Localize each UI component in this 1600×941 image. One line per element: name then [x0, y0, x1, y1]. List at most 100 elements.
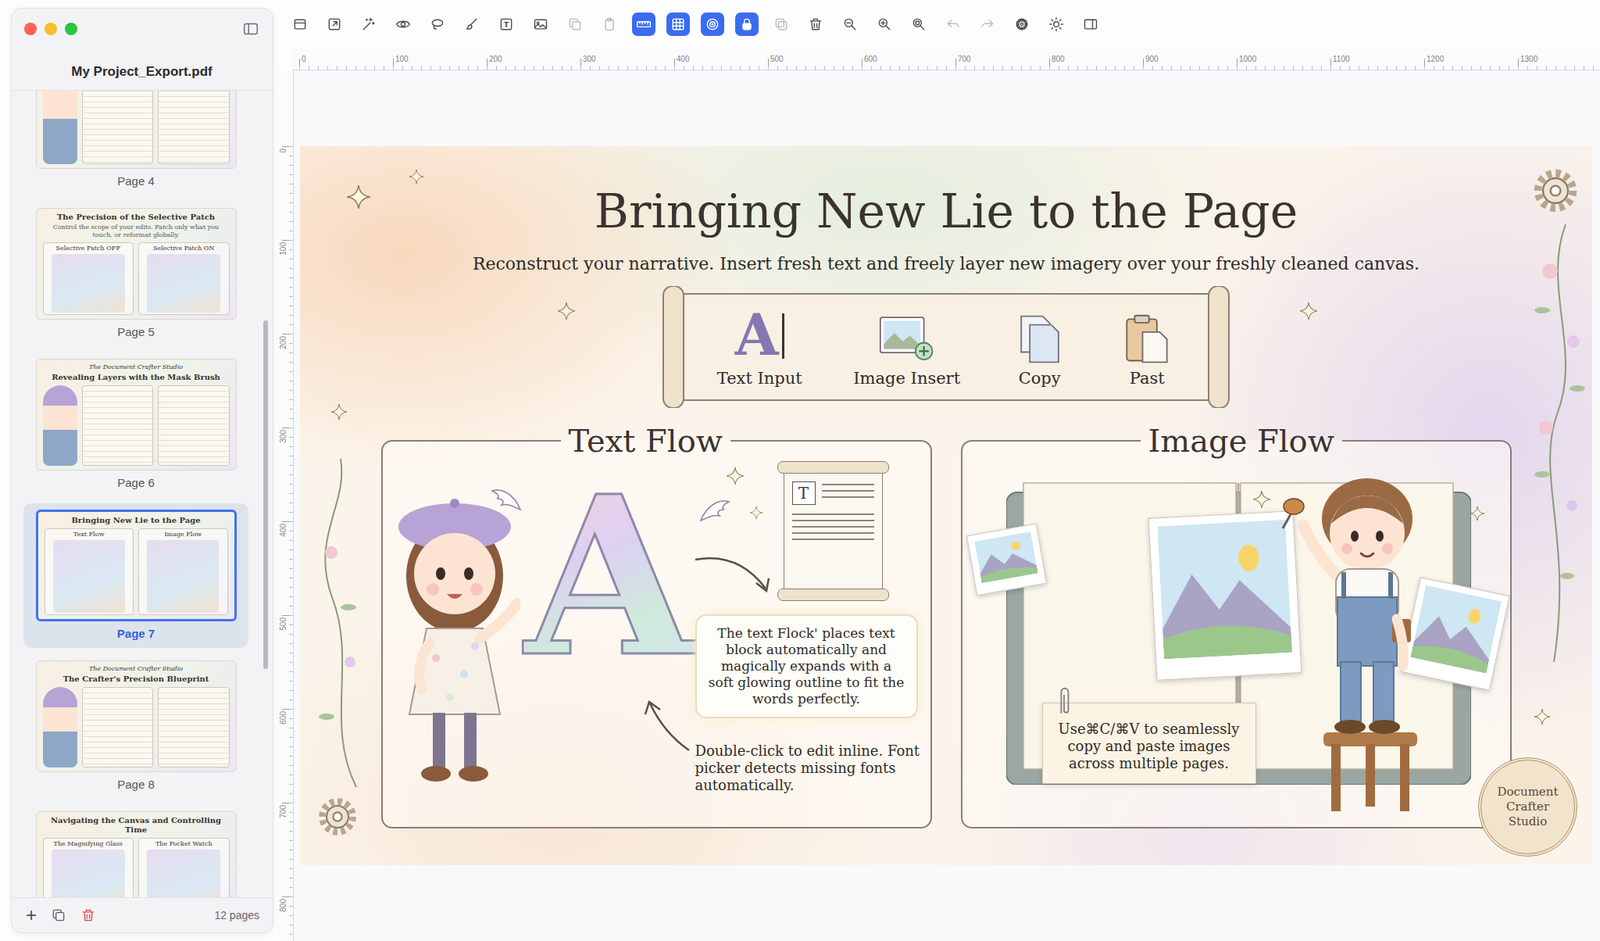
thumbnail-sheet [157, 686, 230, 768]
ruler-label: 100 [395, 54, 409, 65]
pages-icon [292, 16, 308, 33]
sparkle-icon [1470, 506, 1485, 521]
lock-icon [739, 16, 755, 33]
image-banner-item: Image Insert [853, 305, 961, 389]
thumbnail-sheet [82, 90, 154, 165]
page-item[interactable]: The Precision of the Selective Patch Con… [23, 201, 249, 347]
sidebar-toggle-icon[interactable] [242, 20, 260, 38]
gear-tool[interactable] [1010, 12, 1034, 36]
image-insert-icon [878, 313, 936, 365]
page-thumbnail[interactable]: The Precision of the Selective Patch Con… [35, 207, 237, 320]
redo-tool[interactable] [975, 12, 1000, 36]
thumbnail-title: Navigating the Canvas and Controlling Ti… [42, 815, 230, 835]
sparkle-icon [557, 302, 575, 320]
scrollbar-thumb[interactable] [263, 320, 268, 669]
page-item[interactable]: Page 4 [23, 90, 249, 196]
ruler-label: 200 [489, 54, 503, 65]
copy-tool[interactable] [563, 12, 587, 36]
app-window: My Project_Export.pdf Page 4 The Precisi… [0, 0, 1600, 941]
duplicate-icon [773, 16, 790, 33]
delete-page-icon[interactable] [80, 907, 97, 923]
page-thumbnail[interactable] [35, 90, 237, 169]
add-page-button[interactable]: + [25, 905, 37, 925]
target-tool[interactable] [700, 12, 725, 36]
paste-banner-item: Past [1118, 305, 1175, 389]
wand-tool[interactable] [357, 12, 381, 36]
export-tool[interactable] [322, 12, 347, 36]
thumbnail-body [42, 383, 230, 466]
undo-tool[interactable] [941, 12, 965, 36]
brush-tool[interactable] [460, 12, 484, 36]
thumbnail-sheet [157, 385, 230, 466]
lock-tool[interactable] [735, 12, 759, 36]
grid-tool[interactable] [666, 12, 690, 36]
paste-icon [601, 16, 618, 33]
ruler-tool[interactable] [632, 12, 656, 36]
photo[interactable] [1400, 576, 1510, 691]
studio-seal: Document Crafter Studio [1478, 757, 1578, 857]
ruler-label: 0 [278, 148, 289, 154]
zoom-in-tool[interactable] [872, 12, 897, 36]
pages-tool[interactable] [288, 12, 312, 36]
duplicate-page-icon[interactable] [50, 907, 67, 923]
page-thumbnail[interactable]: The Document Crafter Studio Revealing La… [35, 358, 237, 471]
page-item[interactable]: The Document Crafter Studio The Crafter'… [23, 653, 249, 799]
big-letter: A [525, 467, 695, 686]
editor: T 01002003004005006007008009001000110012… [278, 0, 1600, 941]
photo[interactable] [965, 523, 1047, 597]
paperclip-icon [1056, 685, 1072, 718]
text-tool[interactable]: T [494, 12, 518, 36]
trash-tool[interactable] [803, 12, 828, 36]
eye-tool[interactable] [391, 12, 415, 36]
page-thumbnail[interactable]: The Document Crafter Studio The Crafter'… [35, 660, 237, 772]
thumbnail-panel: Image Flow [138, 528, 229, 615]
paste-tool[interactable] [597, 12, 622, 36]
banner-label: Image Insert [853, 367, 961, 389]
sparkle-icon [409, 169, 424, 184]
ruler-label: 800 [1051, 54, 1065, 65]
page-item[interactable]: The Document Crafter Studio Revealing La… [23, 352, 249, 497]
thumbnail-body: Selective Patch OFF Selective Patch ON [42, 240, 230, 315]
text-input-icon: A [735, 305, 779, 365]
page-item[interactable]: Bringing New Lie to the Page Text Flow I… [23, 503, 249, 648]
panel-note: Double-click to edit inline. Font picker… [695, 742, 922, 794]
target-icon [704, 16, 721, 33]
zoom-fit-icon [910, 16, 927, 33]
ruler-label: 400 [278, 523, 289, 537]
zoom-out-tool[interactable] [838, 12, 862, 36]
lasso-icon [429, 16, 446, 33]
thumbnail-title: Revealing Layers with the Mask Brush [51, 372, 221, 383]
zoom-fit-tool[interactable] [907, 12, 931, 36]
sparkle-icon [331, 403, 347, 420]
duplicate-tool[interactable] [769, 12, 793, 36]
text-icon: T [498, 16, 515, 33]
thumbnail-figure [42, 686, 78, 768]
page-thumbnail[interactable]: Navigating the Canvas and Controlling Ti… [35, 810, 237, 897]
ruler-label: 900 [1145, 54, 1159, 65]
window-control[interactable] [44, 22, 58, 36]
photo[interactable] [1147, 510, 1302, 680]
tool-banner: A Text Input Image Insert Copy Past [660, 285, 1233, 408]
image-tool[interactable] [528, 12, 553, 36]
panel-title: Text Flow [560, 421, 731, 460]
page-subtitle: Reconstruct your narrative. Insert fresh… [472, 252, 1420, 276]
lasso-tool[interactable] [425, 12, 450, 36]
zoom-out-icon [842, 16, 858, 33]
sparkle-icon [726, 467, 744, 485]
copy-icon [1011, 313, 1068, 365]
window-control[interactable] [64, 22, 78, 36]
page-item[interactable]: Navigating the Canvas and Controlling Ti… [23, 804, 249, 897]
panel-right-tool[interactable] [1078, 12, 1103, 36]
page-thumbnail[interactable]: Bringing New Lie to the Page Text Flow I… [35, 509, 237, 622]
gear-icon [1530, 165, 1581, 216]
window-control[interactable] [24, 22, 37, 36]
toolbar: T [278, 0, 1600, 49]
thumbnail-eyebrow: The Document Crafter Studio [89, 664, 183, 673]
sun-tool[interactable] [1044, 12, 1068, 36]
ruler-label: 1000 [1239, 54, 1257, 65]
canvas-area: 0100200300400500600700800 Bringing New L… [278, 70, 1600, 941]
page-label: Page 4 [117, 173, 155, 190]
document-page[interactable]: Bringing New Lie to the Page Reconstruct… [300, 146, 1593, 865]
horizontal-ruler: 0100200300400500600700800900100011001200… [292, 48, 1600, 71]
ruler-label: 1100 [1332, 54, 1350, 65]
